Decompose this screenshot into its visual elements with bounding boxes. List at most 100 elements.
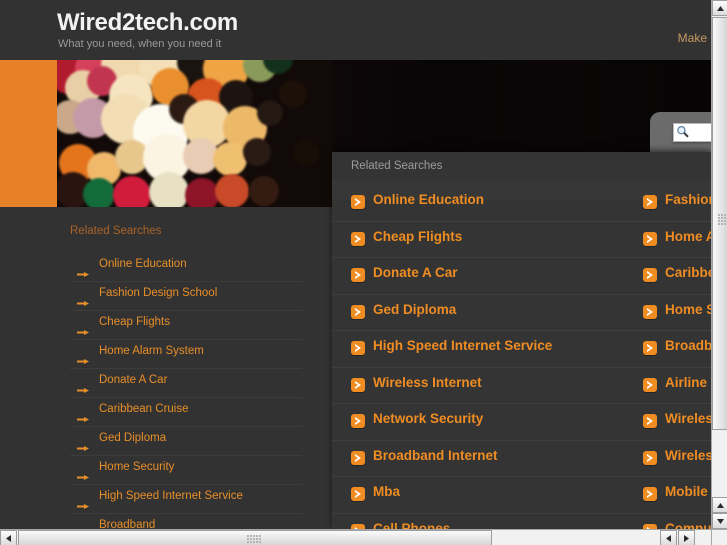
sidebar-item-donate-a-car[interactable]: Donate A Car: [70, 369, 302, 398]
sidebar-item-label: Fashion Design School: [99, 287, 218, 299]
overlay-row: Wireless Internet Airline Tickets: [332, 368, 711, 404]
overlay-link-label: Broadband: [665, 338, 711, 353]
arrow-bullet-icon: [77, 409, 89, 422]
sidebar-item-label: Online Education: [99, 258, 187, 270]
chevron-right-icon: [351, 450, 365, 465]
sidebar: Related Searches Online Education Fashio…: [0, 207, 332, 529]
overlay-row: Mba Mobile Phones: [332, 477, 711, 514]
scroll-right-left-button[interactable]: [660, 530, 677, 545]
overlay-link-label: Wireless Internet: [373, 374, 482, 390]
overlay-link-label: Ged Diploma: [373, 301, 457, 317]
browser-viewport: Wired2tech.com What you need, when you n…: [0, 0, 727, 545]
overlay-link-label: Cheap Flights: [373, 228, 463, 244]
scroll-down-button[interactable]: [712, 513, 727, 529]
header-make-link[interactable]: Make: [678, 31, 707, 45]
overlay-link-label: Mobile Phones: [665, 484, 711, 499]
sidebar-item-home-alarm-system[interactable]: Home Alarm System: [70, 340, 302, 369]
overlay-link-label: Network Security: [373, 411, 484, 426]
chevron-right-icon: [643, 231, 657, 246]
overlay-link-label: Online Education: [373, 192, 485, 207]
overlay-row: Cheap Flights Home Alarm System: [332, 222, 711, 258]
sidebar-item-fashion-design-school[interactable]: Fashion Design School: [70, 282, 302, 311]
arrow-bullet-icon: [77, 293, 89, 306]
chevron-right-icon: [351, 414, 365, 428]
page-content: Wired2tech.com What you need, when you n…: [0, 0, 711, 529]
sidebar-item-home-security[interactable]: Home Security: [70, 456, 302, 485]
chevron-right-icon: [351, 341, 365, 355]
overlay-row: Donate A Car Caribbean Cruise: [332, 258, 711, 295]
arrow-bullet-icon: [77, 496, 89, 509]
chevron-right-icon: [643, 450, 657, 465]
chevron-right-icon: [351, 268, 365, 282]
sidebar-item-label: Donate A Car: [99, 374, 168, 386]
overlay-heading: Related Searches: [351, 160, 443, 172]
chevron-right-icon: [351, 231, 365, 246]
sidebar-item-label: Ged Diploma: [99, 432, 167, 444]
sidebar-heading: Related Searches: [70, 225, 162, 237]
overlay-link-label: Airline Tickets: [665, 374, 711, 390]
sidebar-item-label: High Speed Internet Service: [99, 490, 243, 502]
overlay-row: High Speed Internet Service Broadband: [332, 331, 711, 368]
sidebar-item-broadband[interactable]: Broadband: [70, 514, 302, 529]
sidebar-item-label: Cheap Flights: [99, 316, 170, 328]
chevron-right-icon: [351, 195, 365, 209]
chevron-right-icon: [351, 487, 365, 501]
chevron-right-icon: [643, 487, 657, 501]
scroll-up-button[interactable]: [712, 0, 727, 16]
overlay-link-label: Home Alarm System: [665, 228, 711, 244]
overlay-link-label: Caribbean Cruise: [665, 265, 711, 280]
overlay-link-label: Computers: [665, 520, 711, 530]
arrow-bullet-icon: [77, 322, 89, 335]
overlay-link-label: Cell Phones: [373, 520, 451, 530]
sidebar-list: Online Education Fashion Design School C…: [70, 253, 302, 529]
related-searches-overlay: Related Searches Online Education Fashio…: [332, 152, 711, 529]
vertical-scrollbar[interactable]: [711, 0, 727, 529]
overlay-row: Network Security Wireless Security: [332, 404, 711, 441]
arrow-bullet-icon: [77, 438, 89, 451]
horizontal-scrollbar[interactable]: [0, 529, 711, 545]
sidebar-item-ged-diploma[interactable]: Ged Diploma: [70, 427, 302, 456]
sidebar-item-high-speed-internet-service[interactable]: High Speed Internet Service: [70, 485, 302, 514]
sidebar-item-caribbean-cruise[interactable]: Caribbean Cruise: [70, 398, 302, 427]
overlay-link-grid: Online Education Fashion Design School C…: [332, 185, 711, 529]
scroll-down-upper-button[interactable]: [712, 497, 727, 513]
sidebar-item-cheap-flights[interactable]: Cheap Flights: [70, 311, 302, 340]
chevron-right-icon: [643, 341, 657, 355]
chevron-right-icon: [643, 195, 657, 209]
overlay-row: Ged Diploma Home Security: [332, 295, 711, 331]
scroll-right-button[interactable]: [678, 530, 695, 545]
arrow-bullet-icon: [77, 264, 89, 277]
sidebar-item-online-education[interactable]: Online Education: [70, 253, 302, 282]
search-icon: [676, 125, 689, 138]
arrow-bullet-icon: [77, 351, 89, 364]
chevron-right-icon: [643, 304, 657, 319]
sidebar-item-label: Broadband: [99, 519, 156, 529]
vertical-scroll-thumb[interactable]: [712, 17, 727, 430]
arrow-bullet-icon: [77, 467, 89, 480]
arrow-bullet-icon: [77, 380, 89, 393]
chevron-right-icon: [643, 414, 657, 428]
overlay-row: Broadband Internet Wireless Networking: [332, 441, 711, 477]
chevron-right-icon: [351, 377, 365, 392]
scrollbar-corner: [711, 529, 727, 545]
hero-bokeh-photo: [57, 60, 332, 207]
overlay-link-label: Fashion Design School: [665, 192, 711, 207]
horizontal-scroll-thumb[interactable]: [18, 530, 492, 545]
site-header: Wired2tech.com What you need, when you n…: [0, 0, 711, 60]
sidebar-item-label: Caribbean Cruise: [99, 403, 189, 415]
chevron-right-icon: [643, 268, 657, 282]
overlay-link-label: Mba: [373, 484, 400, 499]
overlay-link-label: High Speed Internet Service: [373, 338, 553, 353]
overlay-link-label: Donate A Car: [373, 265, 458, 280]
overlay-link-label: Wireless Security: [665, 411, 711, 426]
sidebar-item-label: Home Alarm System: [99, 345, 204, 357]
overlay-link-label: Broadband Internet: [373, 447, 498, 463]
site-tagline: What you need, when you need it: [58, 38, 222, 50]
scroll-left-button[interactable]: [0, 530, 17, 545]
overlay-link-label: Home Security: [665, 301, 711, 317]
overlay-row: Online Education Fashion Design School: [332, 185, 711, 222]
overlay-link-label: Wireless Networking: [665, 447, 711, 463]
chevron-right-icon: [643, 377, 657, 392]
site-title: Wired2tech.com: [57, 9, 238, 36]
chevron-right-icon: [351, 304, 365, 319]
